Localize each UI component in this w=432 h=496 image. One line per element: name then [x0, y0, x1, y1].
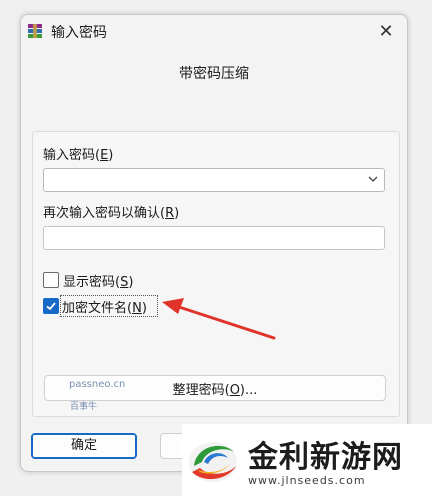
- site-logo-icon: [189, 442, 237, 482]
- watermark-brand: 百事牛: [70, 402, 98, 412]
- organize-passwords-label: 整理密码(O)...: [172, 383, 258, 398]
- site-logo-url: www.jlnseeds.com: [248, 474, 366, 487]
- confirm-password-input[interactable]: [43, 226, 385, 250]
- close-icon[interactable]: ✕: [373, 19, 399, 45]
- site-logo-name: 金利新游网: [248, 440, 403, 475]
- show-password-label[interactable]: 显示密码(S): [63, 271, 133, 290]
- organize-passwords-button[interactable]: passneo.cn 整理密码(O)...: [44, 375, 386, 401]
- window-title: 输入密码: [51, 25, 107, 41]
- chevron-down-icon[interactable]: [368, 175, 378, 183]
- red-arrow-annotation: [162, 298, 276, 340]
- password-dialog: 输入密码 ✕ 带密码压缩 输入密码(E) 再次输入密码以确认(R) 显示密码(S…: [20, 14, 408, 472]
- site-logo-band: 金利新游网 www.jlnseeds.com: [182, 424, 432, 496]
- confirm-label: 再次输入密码以确认(R): [43, 206, 180, 221]
- password-label: 输入密码(E): [43, 148, 114, 163]
- encrypt-filenames-label[interactable]: 加密文件名(N): [62, 297, 147, 316]
- password-combo[interactable]: [43, 168, 385, 192]
- checkmark-icon: [46, 302, 56, 311]
- winrar-app-icon: [28, 24, 42, 38]
- encrypt-filenames-checkbox[interactable]: [43, 298, 59, 314]
- ok-button[interactable]: 确定: [31, 433, 137, 459]
- dialog-subtitle: 带密码压缩: [179, 66, 249, 82]
- password-group: 输入密码(E) 再次输入密码以确认(R) 显示密码(S) 加密文件名(N) pa…: [32, 131, 400, 417]
- show-password-checkbox[interactable]: [43, 272, 59, 288]
- title-bar: 输入密码 ✕: [21, 15, 407, 49]
